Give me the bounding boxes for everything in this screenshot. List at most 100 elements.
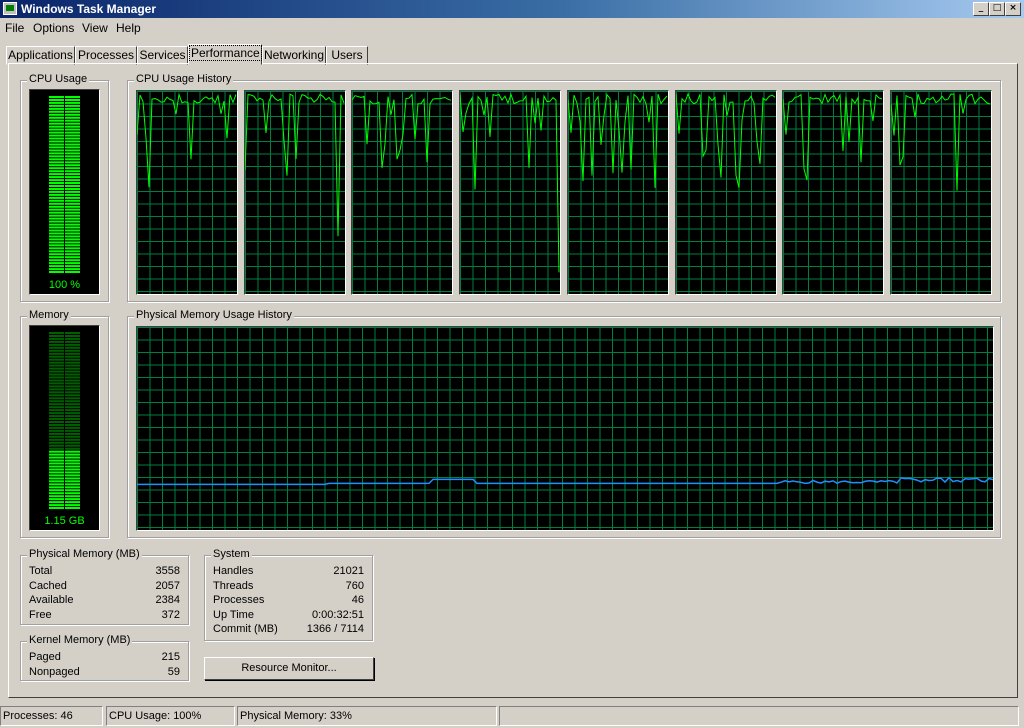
cpu-meter-segment bbox=[65, 104, 80, 107]
menu-help[interactable]: Help bbox=[116, 21, 141, 35]
memory-meter-segment bbox=[49, 385, 64, 388]
memory-meter-segment bbox=[49, 400, 64, 403]
cpu-meter-segment bbox=[49, 253, 64, 256]
memory-meter-bars bbox=[49, 332, 80, 509]
memory-history-group: Physical Memory Usage History bbox=[127, 309, 1001, 538]
memory-meter-segment bbox=[49, 474, 64, 477]
memory-meter-segment bbox=[49, 394, 64, 397]
minimize-button[interactable]: _ bbox=[973, 2, 989, 16]
memory-meter-segment bbox=[65, 492, 80, 495]
memory-meter-segment bbox=[65, 358, 80, 361]
memory-meter-segment bbox=[65, 471, 80, 474]
memory-meter-segment bbox=[65, 337, 80, 340]
cpu-meter-segment bbox=[65, 208, 80, 211]
memory-meter-segment bbox=[65, 361, 80, 364]
menu-file[interactable]: File bbox=[5, 21, 24, 35]
cpu-history-title: CPU Usage History bbox=[134, 73, 234, 85]
close-button[interactable]: × bbox=[1005, 2, 1021, 16]
memory-meter-segment bbox=[65, 418, 80, 420]
memory-meter-segment bbox=[49, 453, 64, 456]
title-bar[interactable]: Windows Task Manager _ □ × bbox=[0, 0, 1024, 18]
cpu-meter-segment bbox=[49, 214, 64, 217]
memory-group: Memory 1.15 GB bbox=[20, 309, 109, 538]
memory-meter-segment bbox=[65, 424, 80, 426]
cpu-meter-segment bbox=[49, 113, 64, 116]
memory-meter-segment bbox=[49, 424, 64, 426]
sys-row-handles: Handles 21021 bbox=[213, 565, 364, 577]
cpu-meter-segment bbox=[65, 137, 80, 140]
memory-meter-segment bbox=[49, 465, 64, 468]
cpu-history-group: CPU Usage History bbox=[127, 73, 1001, 302]
cpu-meter-segment bbox=[49, 262, 64, 265]
memory-meter-segment bbox=[65, 421, 80, 423]
memory-history-title: Physical Memory Usage History bbox=[134, 309, 294, 321]
memory-meter-segment bbox=[49, 480, 64, 483]
cpu-meter-segment bbox=[65, 134, 80, 137]
memory-meter-segment bbox=[65, 489, 80, 492]
cpu-meter-segment bbox=[65, 101, 80, 104]
memory-meter-segment bbox=[49, 462, 64, 465]
cpu-meter-segment bbox=[49, 149, 64, 152]
cpu-meter-segment bbox=[65, 271, 80, 273]
cpu-meter-segment bbox=[49, 131, 64, 134]
cpu-meter-segment bbox=[65, 107, 80, 110]
memory-meter-segment bbox=[49, 343, 64, 346]
cpu-meter-segment bbox=[65, 188, 80, 190]
memory-meter-segment bbox=[65, 415, 80, 418]
memory-meter-segment bbox=[49, 471, 64, 474]
cpu-meter-segment bbox=[65, 146, 80, 149]
memory-usage-value: 1.15 GB bbox=[44, 515, 85, 527]
cpu-core-graph bbox=[889, 90, 992, 295]
memory-meter-segment bbox=[49, 426, 64, 429]
cpu-meter-segment bbox=[49, 205, 64, 208]
cpu-meter-segment bbox=[49, 190, 64, 193]
cpu-meter-segment bbox=[49, 170, 64, 173]
cpu-meter-segment bbox=[49, 164, 64, 167]
memory-meter-segment bbox=[49, 438, 64, 441]
memory-meter-segment bbox=[65, 409, 80, 412]
kernel-memory-group: Kernel Memory (MB) Paged 215 Nonpaged 59 bbox=[20, 634, 189, 681]
status-bar: Processes: 46 CPU Usage: 100% Physical M… bbox=[0, 705, 1024, 728]
cpu-meter-segment bbox=[49, 202, 64, 205]
memory-meter-segment bbox=[49, 507, 64, 509]
memory-meter-segment bbox=[65, 450, 80, 453]
memory-meter-segment bbox=[65, 376, 80, 379]
cpu-meter-segment bbox=[65, 110, 80, 113]
cpu-meter-segment bbox=[49, 250, 64, 253]
memory-meter-segment bbox=[65, 426, 80, 429]
cpu-meter-segment bbox=[65, 190, 80, 193]
menu-view[interactable]: View bbox=[82, 21, 108, 35]
memory-meter-segment bbox=[65, 447, 80, 450]
cpu-meter-segment bbox=[65, 185, 80, 187]
cpu-meter-segment bbox=[65, 214, 80, 217]
memory-meter-segment bbox=[49, 495, 64, 498]
memory-meter-segment bbox=[65, 501, 80, 504]
memory-meter-segment bbox=[65, 367, 80, 370]
memory-meter-segment bbox=[49, 364, 64, 367]
menu-options[interactable]: Options bbox=[33, 21, 74, 35]
memory-meter-segment bbox=[65, 438, 80, 441]
memory-meter-segment bbox=[65, 444, 80, 447]
memory-meter-segment bbox=[65, 480, 80, 483]
sys-row-processes: Processes 46 bbox=[213, 594, 364, 606]
cpu-meter-segment bbox=[49, 232, 64, 235]
memory-meter-segment bbox=[65, 468, 80, 471]
tab-performance[interactable]: Performance bbox=[188, 44, 262, 65]
memory-meter-segment bbox=[65, 346, 80, 349]
resource-monitor-button[interactable]: Resource Monitor... bbox=[204, 657, 374, 680]
cpu-core-graph bbox=[136, 90, 238, 295]
cpu-core-trace bbox=[890, 93, 991, 191]
memory-meter-segment bbox=[49, 435, 64, 438]
memory-meter-segment bbox=[49, 367, 64, 370]
memory-meter-segment bbox=[65, 412, 80, 415]
cpu-meter-segment bbox=[49, 188, 64, 190]
cpu-meter-segment bbox=[65, 250, 80, 253]
memory-meter-segment bbox=[49, 335, 64, 337]
memory-meter-segment bbox=[49, 409, 64, 412]
memory-meter-segment bbox=[65, 335, 80, 337]
cpu-meter-segment bbox=[49, 125, 64, 128]
memory-meter-segment bbox=[65, 498, 80, 501]
cpu-meter-segment bbox=[65, 238, 80, 241]
memory-meter-segment bbox=[49, 456, 64, 459]
maximize-button[interactable]: □ bbox=[989, 2, 1005, 16]
